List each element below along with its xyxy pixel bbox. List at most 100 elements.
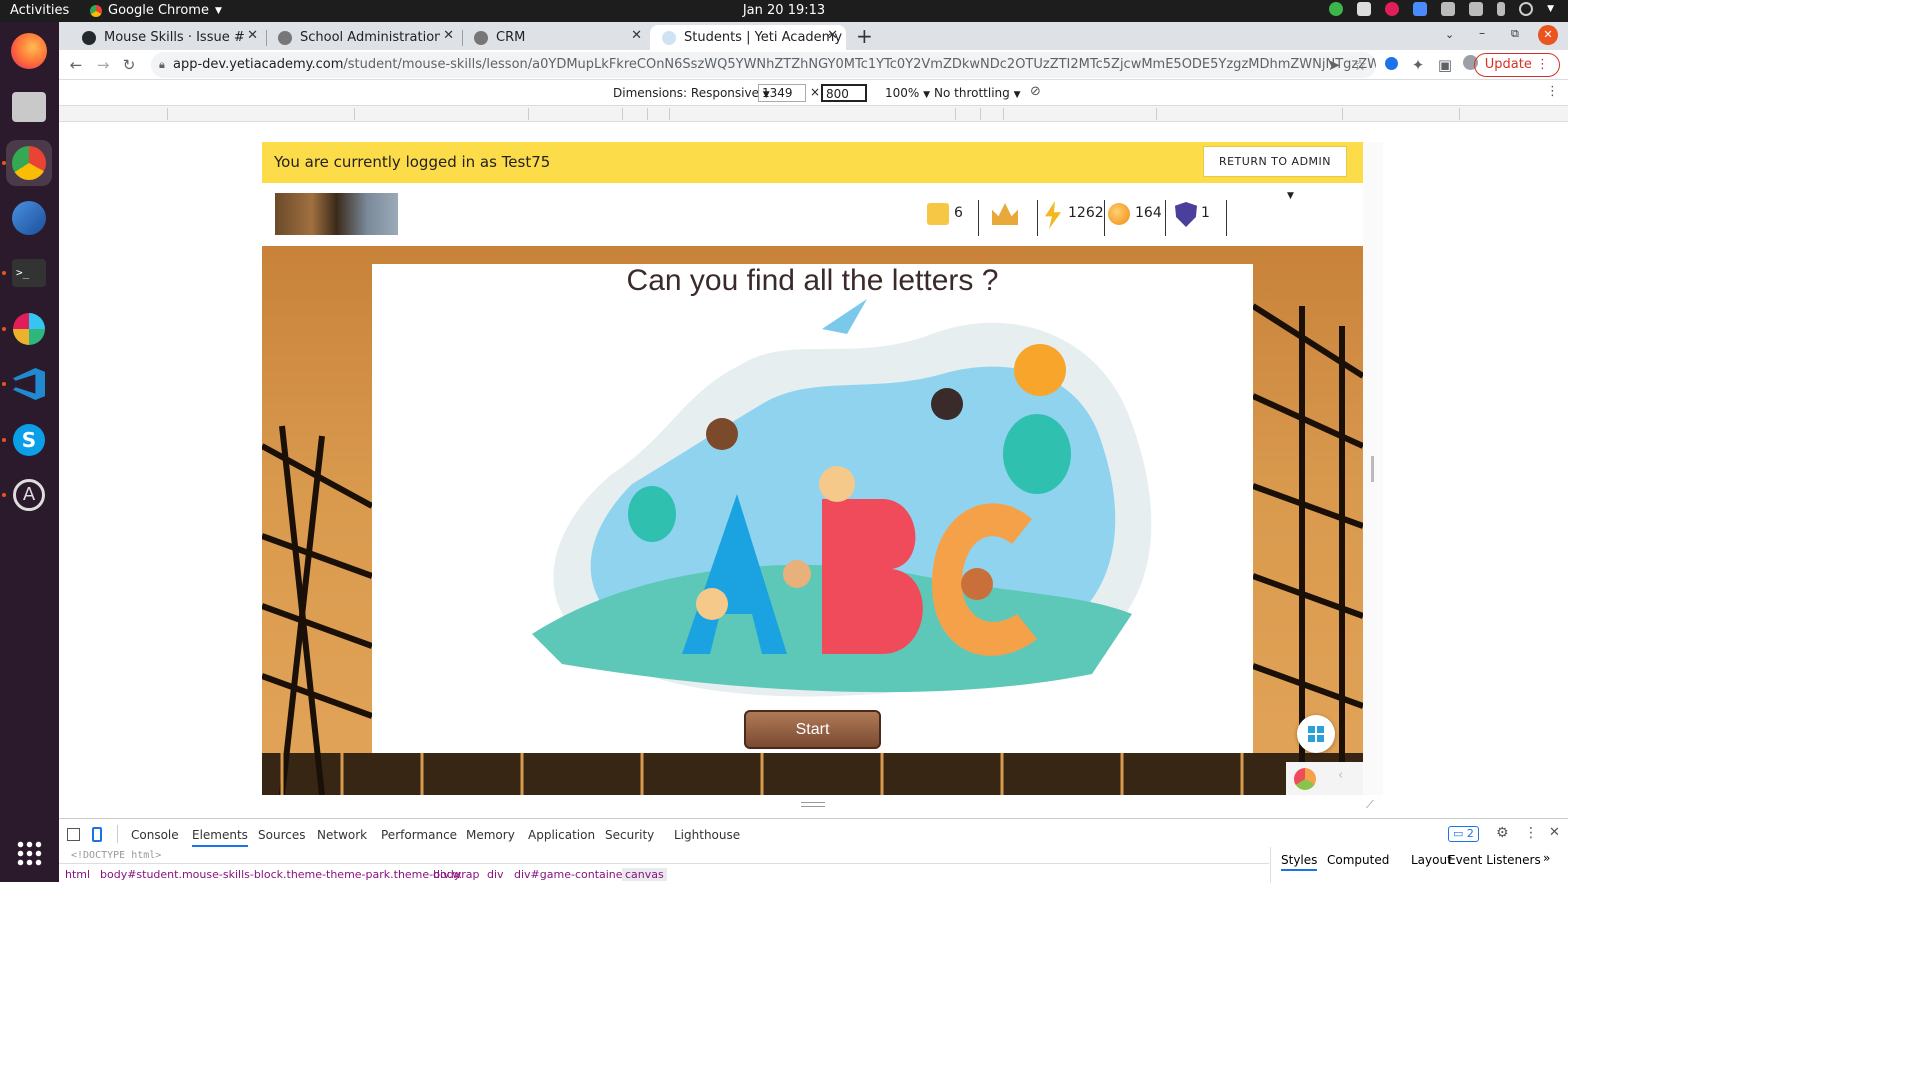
slack-tray-icon[interactable]: [1385, 2, 1400, 16]
drag-handle[interactable]: [1371, 456, 1374, 482]
width-input[interactable]: 1349: [758, 84, 806, 102]
caret-down-icon[interactable]: ▼: [1547, 4, 1554, 14]
show-apps-button[interactable]: [6, 830, 52, 876]
close-tab-icon[interactable]: ✕: [827, 28, 838, 43]
breadcrumb-item-selected[interactable]: canvas: [622, 868, 667, 881]
yeti-logo-tab[interactable]: ‹: [1286, 762, 1363, 795]
send-icon[interactable]: ➤: [1324, 55, 1344, 75]
issues-badge[interactable]: ▭ 2: [1448, 826, 1479, 842]
rotate-icon[interactable]: ⊘: [1030, 84, 1041, 99]
new-tab-icon[interactable]: +: [856, 24, 873, 48]
avatar[interactable]: [275, 193, 398, 235]
breadcrumb-item[interactable]: div.wrap: [433, 868, 479, 881]
close-devtools-icon[interactable]: ✕: [1549, 825, 1560, 840]
reload-icon[interactable]: ↻: [119, 55, 139, 75]
chevron-left-icon[interactable]: ‹: [1338, 768, 1343, 783]
extensions-puzzle-icon[interactable]: ✦: [1408, 55, 1428, 75]
address-bar[interactable]: 🔒︎ app-dev.yetiacademy.com/student/mouse-…: [151, 52, 1376, 78]
issues-count: 2: [1466, 827, 1474, 840]
shield-tray-icon[interactable]: [1413, 2, 1428, 16]
breadcrumb: html body#student.mouse-skills-block.the…: [59, 863, 1269, 883]
side-panel-icon[interactable]: ▣: [1435, 55, 1455, 75]
apps-menu-button[interactable]: [1297, 715, 1335, 753]
forward-icon[interactable]: →: [93, 55, 113, 75]
media-query-ruler[interactable]: [59, 106, 1568, 122]
ruler-tick: [167, 108, 168, 120]
tab-sources[interactable]: Sources: [258, 828, 305, 842]
shield-icon: [1175, 202, 1197, 227]
files-launcher[interactable]: [6, 84, 52, 130]
tab-crm[interactable]: CRM ✕: [462, 25, 650, 50]
tab-mouse-skills-issue[interactable]: Mouse Skills · Issue #1443 ✕: [70, 25, 266, 50]
power-icon[interactable]: [1519, 2, 1534, 16]
update-icon[interactable]: [1329, 2, 1344, 16]
tab-performance[interactable]: Performance: [381, 828, 457, 842]
restore-icon[interactable]: ⧉: [1511, 27, 1519, 41]
tab-application[interactable]: Application: [528, 828, 595, 842]
start-button[interactable]: Start: [744, 710, 881, 749]
thunderbird-launcher[interactable]: [6, 195, 52, 241]
skype-launcher[interactable]: S: [6, 417, 52, 463]
more-tabs-icon[interactable]: »: [1543, 851, 1550, 865]
tab-event-listeners[interactable]: Event Listeners: [1448, 853, 1541, 867]
running-indicator: [2, 382, 6, 386]
tab-elements[interactable]: Elements: [192, 828, 248, 847]
activities-button[interactable]: Activities: [10, 3, 69, 18]
breadcrumb-item[interactable]: div: [487, 868, 504, 881]
tab-layout[interactable]: Layout: [1411, 853, 1452, 867]
close-tab-icon[interactable]: ✕: [631, 28, 642, 43]
device-toolbar-icon[interactable]: [92, 827, 102, 842]
vscode-launcher[interactable]: [6, 361, 52, 407]
settings-gear-icon[interactable]: ⚙: [1496, 825, 1509, 841]
dimensions-dropdown[interactable]: Dimensions: Responsive ▼: [613, 86, 770, 100]
breadcrumb-item[interactable]: html: [65, 868, 90, 881]
inspect-element-icon[interactable]: [67, 828, 80, 841]
throttling-dropdown[interactable]: No throttling ▼: [934, 86, 1021, 100]
tab-memory[interactable]: Memory: [466, 828, 515, 842]
running-indicator: [2, 271, 6, 275]
account-menu-caret-icon[interactable]: ▼: [1287, 191, 1294, 201]
tab-search-icon[interactable]: ⌄: [1445, 28, 1454, 41]
tab-console[interactable]: Console: [131, 828, 179, 842]
doctype-line[interactable]: <!DOCTYPE html>: [71, 850, 161, 861]
terminal-launcher[interactable]: >_: [6, 250, 52, 296]
game-canvas[interactable]: Can you find all the letters ? Start: [372, 264, 1253, 753]
tab-computed[interactable]: Computed: [1327, 853, 1389, 867]
chrome-launcher[interactable]: [6, 140, 52, 186]
volume-icon[interactable]: [1469, 2, 1484, 16]
more-vert-icon[interactable]: ⋮: [1524, 825, 1538, 841]
viewport-resize-handle[interactable]: [1363, 142, 1383, 795]
tab-lighthouse[interactable]: Lighthouse: [674, 828, 740, 842]
bottom-resize-handle[interactable]: [801, 802, 825, 807]
firefox-launcher[interactable]: [6, 28, 52, 74]
tab-school-administration[interactable]: School Administration - Ye ✕: [266, 25, 462, 50]
height-input[interactable]: 800: [821, 84, 867, 102]
message-icon: ▭: [1453, 827, 1464, 840]
microphone-icon[interactable]: [1497, 2, 1506, 16]
tab-students-yeti-academy[interactable]: Students | Yeti Academy ✕: [650, 25, 846, 50]
breadcrumb-item[interactable]: body#student.mouse-skills-block.theme-th…: [100, 868, 462, 881]
update-button[interactable]: Update ⋮: [1473, 53, 1560, 77]
corner-resize-handle[interactable]: ⟋: [1366, 798, 1374, 812]
close-tab-icon[interactable]: ✕: [247, 28, 258, 43]
tab-security[interactable]: Security: [605, 828, 654, 842]
back-icon[interactable]: ←: [66, 55, 86, 75]
tab-network[interactable]: Network: [317, 828, 367, 842]
bookmark-star-icon[interactable]: ☆: [1350, 55, 1370, 75]
lock-icon[interactable]: 🔒︎: [159, 52, 165, 78]
return-to-admin-button[interactable]: RETURN TO ADMIN: [1203, 146, 1347, 177]
slack-launcher[interactable]: [6, 306, 52, 352]
tab-styles[interactable]: Styles: [1281, 853, 1318, 871]
close-window-button[interactable]: ✕: [1538, 25, 1558, 45]
settings-icon[interactable]: [1357, 2, 1372, 16]
minimize-icon[interactable]: –: [1479, 26, 1485, 40]
app-menu[interactable]: Google Chrome ▼: [90, 3, 222, 18]
breadcrumb-item[interactable]: div#game-container: [514, 868, 627, 881]
zoom-dropdown[interactable]: 100% ▼: [885, 86, 930, 100]
system-tray[interactable]: ▼: [1329, 2, 1554, 16]
extension-icon[interactable]: [1381, 55, 1401, 75]
network-icon[interactable]: [1441, 2, 1456, 16]
close-tab-icon[interactable]: ✕: [443, 28, 454, 43]
software-updater-launcher[interactable]: A: [6, 472, 52, 518]
more-options-icon[interactable]: ⋮: [1546, 84, 1559, 99]
